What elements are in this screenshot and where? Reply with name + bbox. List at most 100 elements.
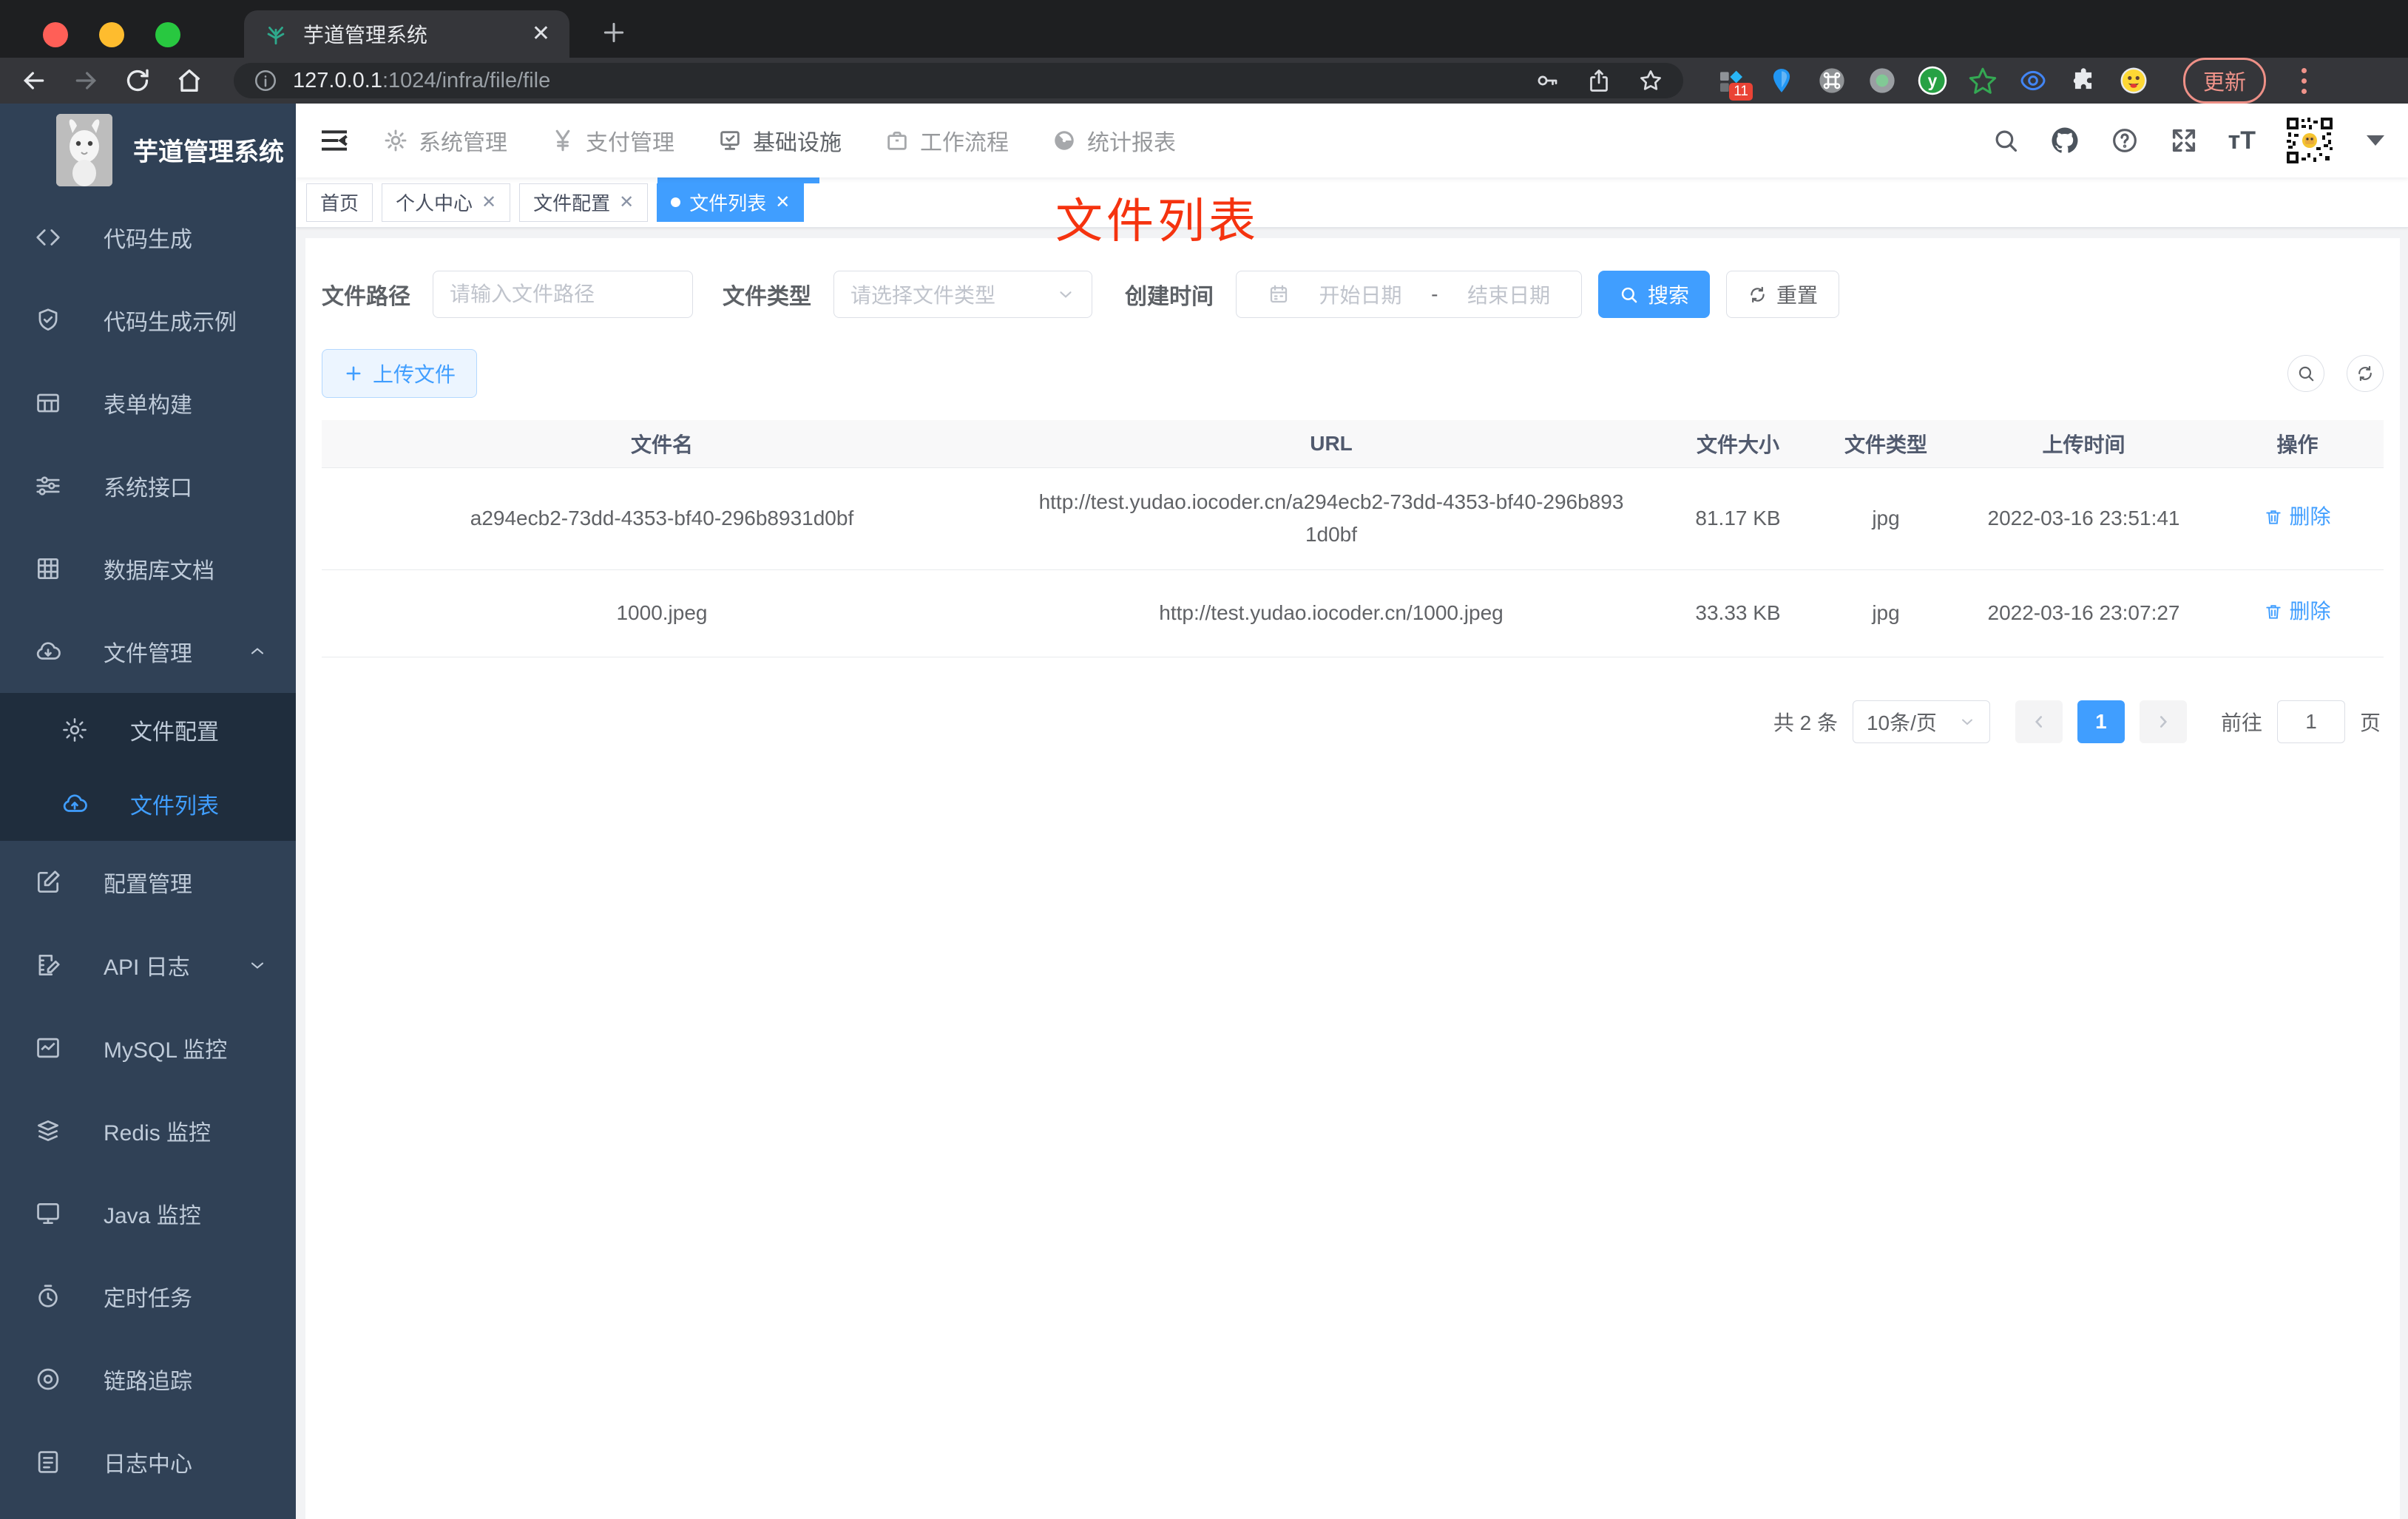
sidebar-item-config-manage[interactable]: 配置管理	[0, 841, 296, 924]
browser-tab[interactable]: 芋道管理系统 ✕	[244, 10, 569, 58]
logo-avatar	[56, 113, 112, 186]
extension-record-icon[interactable]	[1867, 65, 1898, 96]
date-end-placeholder[interactable]: 结束日期	[1467, 280, 1550, 309]
chevron-left-icon	[2035, 716, 2042, 728]
topnav-item-workflow[interactable]: 工作流程	[885, 124, 1009, 157]
help-icon[interactable]	[2110, 126, 2140, 155]
browser-update-button[interactable]: 更新	[2183, 58, 2267, 104]
page-size-select[interactable]: 10条/页	[1852, 700, 1990, 744]
sidebar-collapse-icon[interactable]	[319, 126, 349, 155]
active-dot	[671, 197, 681, 207]
address-bar[interactable]: 127.0.0.1:1024/infra/file/file	[234, 63, 1683, 98]
minimize-window-button[interactable]	[99, 22, 124, 47]
tag-home[interactable]: 首页	[306, 183, 373, 222]
delete-button[interactable]: 删除	[2264, 501, 2331, 534]
col-file-type: 文件类型	[1816, 420, 1956, 468]
document-edit-icon	[34, 951, 62, 979]
new-tab-button[interactable]	[599, 18, 629, 47]
search-button[interactable]: 搜索	[1598, 271, 1711, 318]
next-page-button[interactable]	[2139, 700, 2187, 744]
close-window-button[interactable]	[43, 22, 68, 47]
github-icon[interactable]	[2049, 125, 2080, 156]
extension-star-icon[interactable]	[1967, 65, 1998, 96]
gear-icon	[61, 716, 89, 744]
topnav-item-pay[interactable]: 支付管理	[550, 124, 674, 157]
cell-file-name: a294ecb2-73dd-4353-bf40-296b8931d0bf	[322, 467, 1002, 571]
sidebar-item-tracing[interactable]: 链路追踪	[0, 1338, 296, 1421]
extensions-area: 11 y	[1716, 65, 2149, 101]
forward-icon[interactable]	[71, 66, 101, 95]
sidebar-item-file-config[interactable]: 文件配置	[0, 693, 296, 767]
zoom-window-button[interactable]	[155, 22, 180, 47]
date-start-placeholder[interactable]: 开始日期	[1319, 280, 1401, 309]
sidebar-item-db-doc[interactable]: 数据库文档	[0, 527, 296, 610]
header-search-icon[interactable]	[1992, 126, 2020, 155]
sidebar-item-log-center[interactable]: 日志中心	[0, 1421, 296, 1503]
user-avatar[interactable]	[2285, 116, 2334, 165]
window-controls	[43, 22, 180, 47]
bookmark-star-icon[interactable]	[1637, 67, 1664, 94]
sidebar-item-redis-monitor[interactable]: Redis 监控	[0, 1089, 296, 1172]
goto-page-input[interactable]	[2276, 700, 2345, 744]
sidebar-item-java-monitor[interactable]: Java 监控	[0, 1172, 296, 1255]
reload-icon[interactable]	[123, 66, 152, 95]
topnav-item-infra[interactable]: 基础设施	[717, 124, 842, 157]
refresh-table-button[interactable]	[2347, 355, 2384, 392]
extension-tabs-icon[interactable]: 11	[1716, 65, 1753, 101]
trash-icon	[2266, 605, 2282, 620]
extension-puzzle-icon[interactable]	[2068, 65, 2099, 96]
extension-command-icon[interactable]	[1816, 65, 1847, 96]
file-path-input[interactable]	[450, 283, 676, 306]
delete-button[interactable]: 删除	[2264, 595, 2331, 629]
chevron-right-icon	[2160, 716, 2167, 728]
extension-eye-icon[interactable]	[2018, 65, 2049, 96]
cell-file-size: 81.17 KB	[1660, 467, 1816, 571]
tag-profile[interactable]: 个人中心 ✕	[382, 183, 511, 222]
site-info-icon[interactable]	[253, 68, 278, 93]
sidebar-item-form-builder[interactable]: 表单构建	[0, 362, 296, 444]
share-icon[interactable]	[1586, 67, 1612, 94]
sidebar-item-code-gen[interactable]: 代码生成	[0, 196, 296, 279]
file-type-select[interactable]: 请选择文件类型	[833, 271, 1092, 318]
sidebar-item-mysql-monitor[interactable]: MySQL 监控	[0, 1007, 296, 1089]
extension-y-icon[interactable]: y	[1917, 65, 1948, 96]
tab-close-icon[interactable]: ✕	[532, 23, 550, 45]
back-icon[interactable]	[19, 66, 49, 95]
briefcase-icon	[885, 128, 910, 153]
date-range-picker[interactable]: 开始日期 - 结束日期	[1236, 271, 1582, 318]
tag-close-icon[interactable]: ✕	[619, 193, 634, 212]
sidebar-item-code-demo[interactable]: 代码生成示例	[0, 279, 296, 362]
browser-toolbar: 127.0.0.1:1024/infra/file/file 11 y 更新	[0, 58, 2408, 104]
extension-emoji-icon[interactable]	[2118, 65, 2149, 96]
sidebar-item-cron-job[interactable]: 定时任务	[0, 1255, 296, 1338]
show-search-button[interactable]	[2287, 355, 2324, 392]
topnav-item-system[interactable]: 系统管理	[383, 124, 507, 157]
upload-file-button[interactable]: 上传文件	[322, 349, 478, 398]
sidebar-item-system-api[interactable]: 系统接口	[0, 444, 296, 527]
tag-close-icon[interactable]: ✕	[775, 193, 790, 212]
password-key-icon[interactable]	[1534, 67, 1560, 94]
table-header-row: 文件名 URL 文件大小 文件类型 上传时间 操作	[322, 420, 2384, 468]
sidebar-logo[interactable]: 芋道管理系统	[0, 104, 296, 196]
extension-balloon-icon[interactable]	[1766, 65, 1797, 96]
sidebar-item-file-list[interactable]: 文件列表	[0, 767, 296, 841]
tag-close-icon[interactable]: ✕	[481, 193, 496, 212]
page-number-button[interactable]: 1	[2077, 700, 2125, 744]
cell-file-type: jpg	[1816, 569, 1956, 658]
browser-menu-icon[interactable]	[2302, 67, 2307, 94]
calendar-icon	[1270, 285, 1287, 303]
sidebar-submenu-file: 文件配置 文件列表	[0, 693, 296, 841]
gear-icon	[383, 128, 408, 153]
topnav-item-report[interactable]: 统计报表	[1052, 124, 1176, 157]
sidebar-item-api-log[interactable]: API 日志	[0, 924, 296, 1007]
font-size-icon[interactable]: тT	[2228, 128, 2256, 153]
tag-file-config[interactable]: 文件配置 ✕	[519, 183, 649, 222]
sidebar-item-file-manage[interactable]: 文件管理	[0, 610, 296, 693]
reset-button[interactable]: 重置	[1726, 271, 1840, 318]
home-icon[interactable]	[175, 66, 204, 95]
prev-page-button[interactable]	[2015, 700, 2063, 744]
layers-icon	[34, 1117, 62, 1145]
avatar-caret-icon[interactable]	[2367, 135, 2384, 146]
tag-file-list[interactable]: 文件列表 ✕	[657, 177, 820, 222]
fullscreen-icon[interactable]	[2169, 126, 2199, 155]
